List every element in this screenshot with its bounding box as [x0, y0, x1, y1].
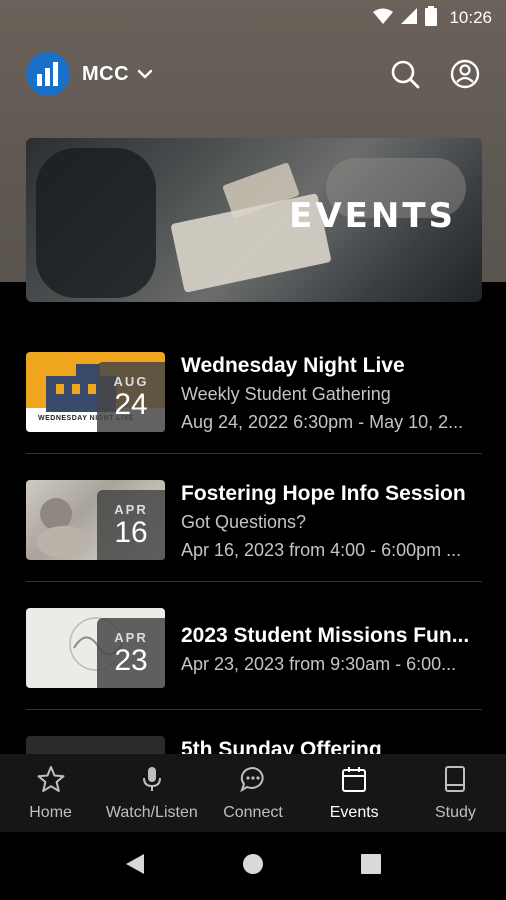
- status-bar: 10:26: [0, 0, 506, 36]
- signal-icon: [401, 7, 418, 29]
- date-badge: AUG 24: [97, 362, 165, 432]
- battery-icon: [425, 5, 438, 31]
- nav-item-watch-listen[interactable]: Watch/Listen: [101, 754, 202, 832]
- bottom-navigation: Home Watch/Listen Connect Events Study: [0, 754, 506, 832]
- event-text: Wednesday Night Live Weekly Student Gath…: [181, 352, 482, 453]
- home-icon[interactable]: [242, 853, 264, 880]
- microphone-icon: [138, 765, 166, 798]
- event-item[interactable]: WEDNESDAY NIGHT LIVE AUG 24 Wednesday Ni…: [26, 326, 482, 454]
- event-title: 5th Sunday Offering: [181, 738, 382, 754]
- event-date: Apr 16, 2023 from 4:00 - 6:00pm ...: [181, 540, 462, 560]
- event-subtitle: Got Questions?: [181, 512, 307, 532]
- event-item[interactable]: 5th Sunday Offering: [26, 710, 482, 754]
- event-item[interactable]: APR 16 Fostering Hope Info Session Got Q…: [26, 454, 482, 582]
- event-title: Wednesday Night Live: [181, 354, 405, 377]
- nav-label: Connect: [223, 803, 283, 821]
- date-badge: APR 16: [97, 490, 165, 560]
- nav-label: Watch/Listen: [105, 803, 198, 821]
- app-header: MCC: [26, 50, 480, 98]
- star-icon: [37, 765, 65, 798]
- nav-label: Events: [329, 803, 379, 821]
- date-day: 23: [114, 643, 148, 677]
- nav-item-study[interactable]: Study: [405, 754, 506, 832]
- event-item[interactable]: APR 23 2023 Student Missions Fun... Apr …: [26, 582, 482, 710]
- church-logo[interactable]: [26, 52, 70, 96]
- event-subtitle: Weekly Student Gathering: [181, 384, 391, 404]
- nav-item-home[interactable]: Home: [0, 754, 101, 832]
- status-time: 10:26: [449, 8, 492, 27]
- event-thumbnail: APR 16: [26, 480, 165, 560]
- event-thumbnail: WEDNESDAY NIGHT LIVE AUG 24: [26, 352, 165, 432]
- events-hero-banner: EVENTS: [26, 138, 482, 302]
- back-icon[interactable]: [124, 852, 146, 881]
- event-text: Fostering Hope Info Session Got Question…: [181, 480, 482, 581]
- brand-name[interactable]: MCC: [82, 63, 129, 86]
- calendar-icon: [340, 765, 368, 798]
- event-thumbnail: APR 23: [26, 608, 165, 688]
- recents-icon[interactable]: [360, 853, 382, 880]
- wifi-icon: [373, 8, 394, 29]
- system-navigation-bar: [0, 832, 506, 900]
- nav-label: Study: [434, 803, 476, 821]
- event-date: Apr 23, 2023 from 9:30am - 6:00...: [181, 654, 457, 674]
- nav-item-events[interactable]: Events: [304, 754, 405, 832]
- date-month: APR: [114, 501, 148, 517]
- nav-label: Home: [29, 803, 72, 821]
- event-thumbnail: [26, 736, 165, 754]
- event-title: 2023 Student Missions Fun...: [181, 624, 470, 647]
- book-icon: [441, 765, 469, 798]
- event-title: Fostering Hope Info Session: [181, 482, 466, 505]
- chat-icon: [239, 765, 267, 798]
- thumbnail-art: [26, 736, 165, 754]
- date-month: AUG: [113, 373, 149, 389]
- search-icon[interactable]: [390, 59, 420, 89]
- hero-title: EVENTS: [289, 196, 456, 236]
- event-text: 5th Sunday Offering: [181, 736, 482, 754]
- hero-photo-shape: [36, 148, 156, 298]
- date-badge: APR 23: [97, 618, 165, 688]
- event-text: 2023 Student Missions Fun... Apr 23, 202…: [181, 608, 482, 709]
- nav-item-connect[interactable]: Connect: [202, 754, 303, 832]
- chevron-down-icon[interactable]: [137, 69, 153, 79]
- date-day: 16: [114, 515, 148, 549]
- events-list[interactable]: WEDNESDAY NIGHT LIVE AUG 24 Wednesday Ni…: [26, 326, 482, 754]
- event-date: Aug 24, 2022 6:30pm - May 10, 2...: [181, 412, 464, 432]
- date-day: 24: [114, 387, 148, 421]
- date-month: APR: [114, 629, 148, 645]
- account-icon[interactable]: [450, 59, 480, 89]
